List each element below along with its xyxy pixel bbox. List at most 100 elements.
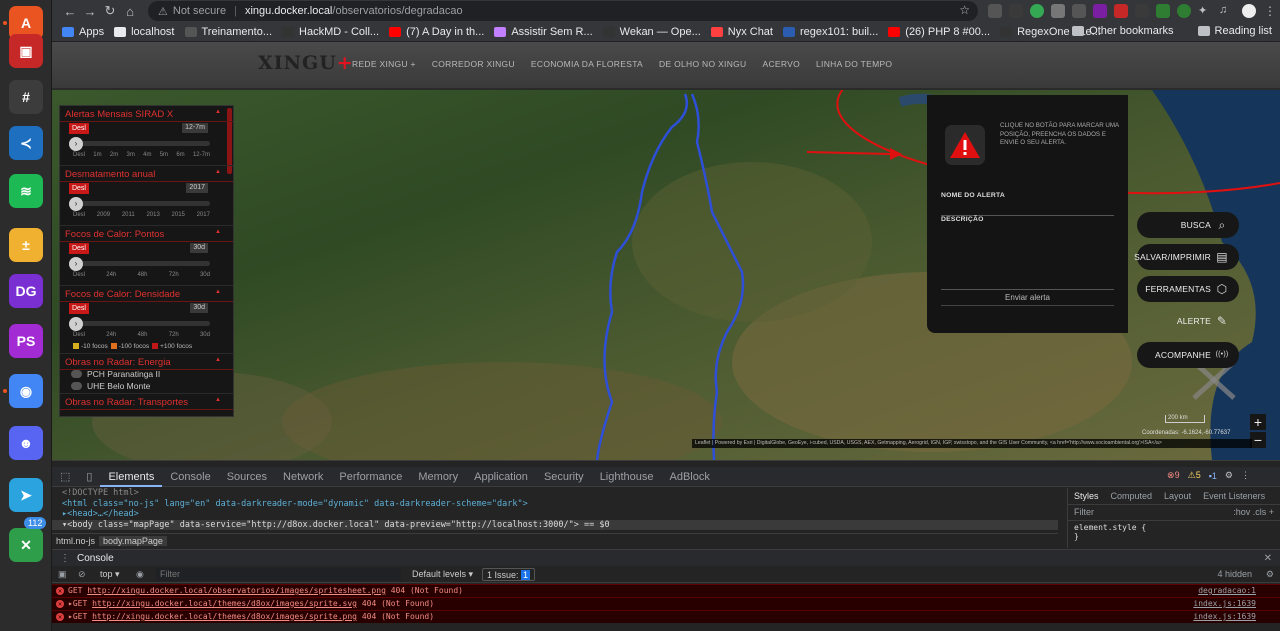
chevron-up-icon[interactable]: ▲ xyxy=(215,289,221,300)
extension-icon[interactable] xyxy=(1030,4,1044,18)
styles-tab[interactable]: Event Listeners xyxy=(1197,491,1271,501)
bookmark-item[interactable]: Treinamento... xyxy=(184,26,272,38)
bookmark-item[interactable]: HackMD - Coll... xyxy=(282,26,379,38)
slider-handle-icon[interactable]: › xyxy=(69,317,83,331)
error-source[interactable]: index.js:1639 xyxy=(1193,611,1256,623)
bookmark-item[interactable]: Apps xyxy=(62,26,104,38)
devtools-tab-lighthouse[interactable]: Lighthouse xyxy=(592,467,662,487)
extension-icon[interactable] xyxy=(1072,4,1086,18)
console-tab[interactable]: Console xyxy=(77,553,114,564)
layer-off-button[interactable]: Desl xyxy=(69,243,89,254)
console-settings-icon[interactable]: ⚙ xyxy=(1266,566,1274,583)
extension-icon[interactable] xyxy=(1009,4,1023,18)
alerte-button[interactable]: ALERTE ✎ xyxy=(1137,308,1239,334)
devtools-tab-elements[interactable]: Elements xyxy=(100,467,163,487)
puzzle-icon[interactable]: ✦ xyxy=(1198,4,1212,18)
sidebar-toggle-icon[interactable]: ▣ xyxy=(58,566,67,583)
dock-screenshot-tool-icon[interactable]: ▣ xyxy=(9,34,43,68)
console-error-row[interactable]: ✕ ▸GET http://xingu.docker.local/themes/d… xyxy=(52,610,1280,623)
breadcrumb-item[interactable]: html.no-js xyxy=(52,536,99,546)
extension-icon[interactable] xyxy=(1114,4,1128,18)
dock-phpstorm-icon[interactable]: PS xyxy=(9,324,43,358)
site-nav-link[interactable]: ECONOMIA DA FLORESTA xyxy=(531,59,643,69)
site-nav-link[interactable]: ACERVO xyxy=(762,59,800,69)
bookmark-item[interactable]: Wekan — Ope... xyxy=(602,26,701,38)
home-icon[interactable]: ⌂ xyxy=(120,4,140,19)
chevron-up-icon[interactable]: ▲ xyxy=(215,357,221,368)
devtools-counters[interactable]: ⊗9 ⚠5 ▪1 ⚙ ⋮ xyxy=(1167,470,1250,481)
settings-icon[interactable]: ⚙ xyxy=(1225,470,1233,481)
issues-button[interactable]: 1 Issue: 1 xyxy=(482,568,536,581)
dock-calculator-icon[interactable]: ± xyxy=(9,228,43,262)
dock-discord-icon[interactable]: ☻ xyxy=(9,426,43,460)
forward-icon[interactable]: → xyxy=(80,4,100,19)
bookmark-item[interactable]: Assistir Sem R... xyxy=(494,26,593,38)
more-icon[interactable]: ⋮ xyxy=(1241,470,1250,481)
styles-tab[interactable]: Computed xyxy=(1105,491,1159,501)
styles-tab[interactable]: Layout xyxy=(1158,491,1197,501)
dock-vscode-icon[interactable]: ≺ xyxy=(9,126,43,160)
radar-energy-header[interactable]: Obras no Radar: Energia ▲ xyxy=(60,354,233,370)
extension-icon[interactable] xyxy=(1051,4,1065,18)
device-icon[interactable]: ▯ xyxy=(78,467,100,487)
reload-icon[interactable]: ↻ xyxy=(100,3,120,19)
dom-node-line[interactable]: ▾<body class="mapPage" data-service="htt… xyxy=(52,519,1058,530)
radar-energy-item[interactable]: PCH Paranatinga II xyxy=(71,369,160,379)
extension-icon[interactable] xyxy=(1135,4,1149,18)
salvar-imprimir-button[interactable]: SALVAR/IMPRIMIR ▤ xyxy=(1134,244,1239,270)
layer-slider-track[interactable] xyxy=(73,321,210,326)
inspect-icon[interactable]: ⬚ xyxy=(52,467,78,487)
zoom-in-button[interactable]: + xyxy=(1250,414,1266,430)
radar-energy-item[interactable]: UHE Belo Monte xyxy=(71,381,150,391)
bookmark-item[interactable]: (26) PHP 8 #00... xyxy=(888,26,990,38)
devtools-tab-adblock[interactable]: AdBlock xyxy=(662,467,718,487)
slider-handle-icon[interactable]: › xyxy=(69,257,83,271)
layer-off-button[interactable]: Desl xyxy=(69,303,89,314)
chevron-up-icon[interactable]: ▲ xyxy=(215,109,221,120)
add-rule-icon[interactable]: + xyxy=(1269,507,1274,517)
devtools-tab-memory[interactable]: Memory xyxy=(410,467,466,487)
layer-slider-track[interactable] xyxy=(73,141,210,146)
toggle-switch[interactable] xyxy=(71,382,82,390)
chevron-up-icon[interactable]: ▲ xyxy=(215,397,221,408)
bookmark-item[interactable]: Nyx Chat xyxy=(710,26,773,38)
layer-section-header[interactable]: Desmatamento anual ▲ xyxy=(60,166,233,182)
menu-icon[interactable]: ⋮ xyxy=(1264,4,1278,18)
context-select[interactable]: top ▾ xyxy=(100,566,120,583)
devtools-tab-security[interactable]: Security xyxy=(536,467,592,487)
bookmark-item[interactable]: localhost xyxy=(114,26,175,38)
devtools-tab-console[interactable]: Console xyxy=(162,467,218,487)
reading-list[interactable]: Reading list xyxy=(1197,25,1272,37)
hov-toggle[interactable]: :hov xyxy=(1233,507,1250,517)
chevron-up-icon[interactable]: ▲ xyxy=(215,169,221,180)
extension-icon[interactable] xyxy=(1156,4,1170,18)
extension-icon[interactable] xyxy=(1177,4,1191,18)
dock-chrome-icon[interactable]: ◉ xyxy=(9,374,43,408)
extension-icon[interactable] xyxy=(988,4,1002,18)
layer-section-header[interactable]: Focos de Calor: Pontos ▲ xyxy=(60,226,233,242)
site-logo[interactable]: XINGU+ xyxy=(258,52,354,74)
dom-node-line[interactable]: <!DOCTYPE html> xyxy=(52,488,1058,499)
layer-off-button[interactable]: Desl xyxy=(69,123,89,134)
slider-handle-icon[interactable]: › xyxy=(69,197,83,211)
cls-toggle[interactable]: .cls xyxy=(1253,507,1267,517)
alert-description-input[interactable] xyxy=(941,289,1114,290)
error-url[interactable]: http://xingu.docker.local/themes/d8ox/im… xyxy=(92,599,357,608)
styles-tab[interactable]: Styles xyxy=(1068,491,1105,501)
close-drawer-icon[interactable]: ✕ xyxy=(1264,550,1272,567)
radar-transport-header[interactable]: Obras no Radar: Transportes ▲ xyxy=(60,394,233,410)
address-bar[interactable]: ⚠ Not secure | xingu.docker.local /obser… xyxy=(148,1,978,21)
clear-console-icon[interactable]: ⊘ xyxy=(78,566,86,583)
toggle-switch[interactable] xyxy=(71,370,82,378)
error-url[interactable]: http://xingu.docker.local/themes/d8ox/im… xyxy=(92,612,357,621)
console-error-row[interactable]: ✕ GET http://xingu.docker.local/observato… xyxy=(52,584,1280,597)
console-error-row[interactable]: ✕ ▸GET http://xingu.docker.local/themes/d… xyxy=(52,597,1280,610)
devtools-tab-network[interactable]: Network xyxy=(275,467,331,487)
bookmark-item[interactable]: (7) A Day in th... xyxy=(389,26,484,38)
dock-spotify-icon[interactable]: ≋ xyxy=(9,174,43,208)
busca-button[interactable]: BUSCA ⌕ xyxy=(1137,212,1239,238)
send-alert-button[interactable]: Enviar alerta xyxy=(941,293,1114,302)
media-icon[interactable]: ♫ xyxy=(1219,4,1233,18)
layer-section-header[interactable]: Focos de Calor: Densidade ▲ xyxy=(60,286,233,302)
error-url[interactable]: http://xingu.docker.local/observatorios/… xyxy=(87,586,386,595)
